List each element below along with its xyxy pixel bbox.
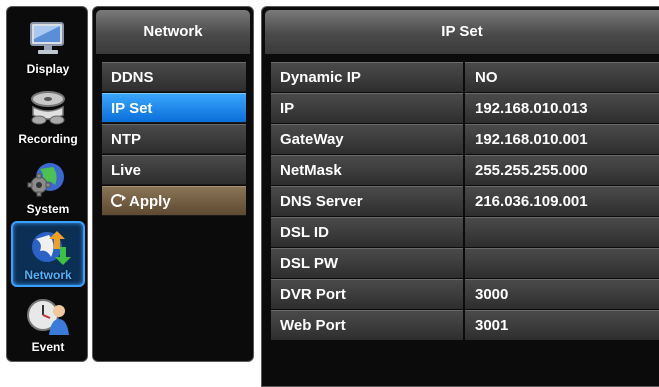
- monitor-icon: [30, 22, 64, 54]
- dvr-port-field[interactable]: 3000: [465, 279, 659, 309]
- apply-label: Apply: [129, 193, 171, 210]
- gear-globe-icon: [27, 163, 64, 197]
- display-button[interactable]: Display: [11, 13, 85, 79]
- event-button[interactable]: Event: [11, 291, 85, 357]
- display-label: Display: [26, 62, 70, 76]
- system-button[interactable]: System: [11, 153, 85, 219]
- setting-label: DSL PW: [271, 248, 463, 278]
- menu-item-ntp[interactable]: NTP: [102, 124, 246, 154]
- setting-label: DSL ID: [271, 217, 463, 247]
- refresh-icon: [111, 194, 126, 207]
- gateway-field[interactable]: 192.168.010.001: [465, 124, 659, 154]
- event-label: Event: [31, 340, 65, 354]
- menu-item-live[interactable]: Live: [102, 155, 246, 185]
- table-row: GateWay 192.168.010.001: [271, 124, 659, 155]
- submenu-title: Network: [96, 10, 250, 54]
- dynamic-ip-field[interactable]: NO: [465, 62, 659, 92]
- setting-label: Web Port: [271, 310, 463, 340]
- menu-item-ddns[interactable]: DDNS: [102, 62, 246, 92]
- system-label: System: [26, 202, 70, 216]
- table-row: DVR Port 3000: [271, 279, 659, 310]
- netmask-field[interactable]: 255.255.255.000: [465, 155, 659, 185]
- ip-field[interactable]: 192.168.010.013: [465, 93, 659, 123]
- clock-person-icon: [27, 299, 69, 335]
- table-row: DSL PW: [271, 248, 659, 279]
- dsl-pw-field[interactable]: [465, 248, 659, 278]
- film-reel-icon: [31, 91, 65, 125]
- table-row: Web Port 3001: [271, 310, 659, 341]
- setting-label: IP: [271, 93, 463, 123]
- setting-label: NetMask: [271, 155, 463, 185]
- network-submenu-panel: Network DDNS IP Set NTP Live Apply: [92, 6, 254, 362]
- table-row: DNS Server 216.036.109.001: [271, 186, 659, 217]
- dsl-id-field[interactable]: [465, 217, 659, 247]
- menu-item-ip-set[interactable]: IP Set: [102, 93, 246, 123]
- table-row: IP 192.168.010.013: [271, 93, 659, 124]
- setting-label: DVR Port: [271, 279, 463, 309]
- recording-label: Recording: [18, 132, 78, 146]
- network-button[interactable]: Network: [11, 221, 85, 287]
- network-globe-icon: [32, 231, 71, 265]
- table-row: DSL ID: [271, 217, 659, 248]
- apply-button[interactable]: Apply: [102, 186, 246, 216]
- ip-set-title: IP Set: [265, 10, 659, 54]
- setting-label: Dynamic IP: [271, 62, 463, 92]
- table-row: Dynamic IP NO: [271, 62, 659, 93]
- table-row: NetMask 255.255.255.000: [271, 155, 659, 186]
- network-label: Network: [24, 268, 72, 282]
- setting-label: GateWay: [271, 124, 463, 154]
- main-category-bar: Display Recording System Network Event: [6, 6, 88, 362]
- recording-button[interactable]: Recording: [11, 83, 85, 149]
- web-port-field[interactable]: 3001: [465, 310, 659, 340]
- ip-set-panel: IP Set Dynamic IP NO IP 192.168.010.013 …: [261, 6, 659, 387]
- setting-label: DNS Server: [271, 186, 463, 216]
- dns-server-field[interactable]: 216.036.109.001: [465, 186, 659, 216]
